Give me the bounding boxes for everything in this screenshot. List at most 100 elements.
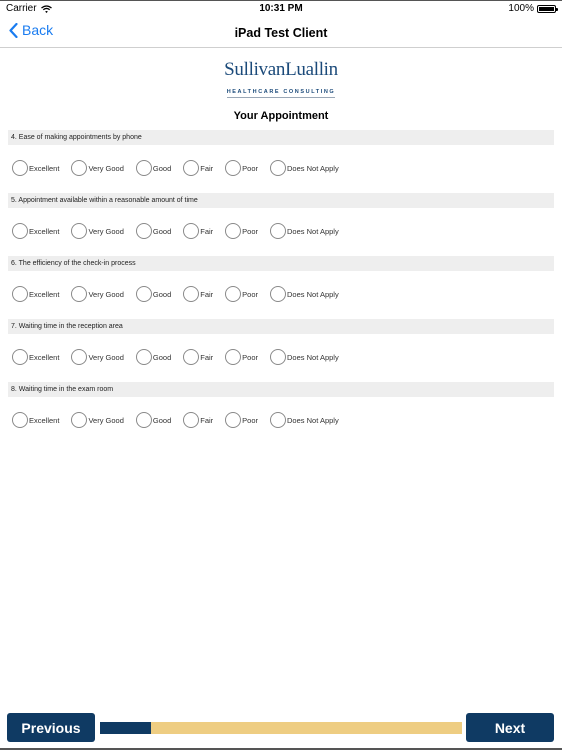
radio-button[interactable] [183,286,200,302]
rating-option[interactable]: Fair [183,223,213,239]
question-label: 6. The efficiency of the check-in proces… [8,256,554,271]
rating-option[interactable]: Poor [225,412,258,428]
radio-button[interactable] [225,223,242,239]
radio-button[interactable] [12,160,28,176]
rating-option[interactable]: Does Not Apply [270,286,339,302]
option-label: Poor [242,352,259,362]
company-logo: SullivanLuallin HEALTHCARE CONSULTING [0,60,562,98]
radio-button[interactable] [135,286,152,302]
rating-option[interactable]: Very Good [71,223,124,239]
rating-option[interactable]: Excellent [12,160,59,176]
logo-wordmark: SullivanLuallin [224,59,338,80]
rating-option[interactable]: Fair [183,160,213,176]
next-button[interactable]: Next [466,713,554,742]
option-label: Very Good [88,352,124,362]
option-label: Very Good [88,226,124,236]
option-label: Fair [200,163,214,173]
radio-button[interactable] [225,412,242,428]
option-label: Does Not Apply [287,226,339,236]
option-label: Very Good [88,289,124,299]
question-label: 5. Appointment available within a reason… [8,193,554,208]
question-label: 7. Waiting time in the reception area [8,319,554,334]
option-label: Excellent [29,415,60,425]
radio-button[interactable] [12,223,28,239]
radio-button[interactable] [183,223,200,239]
question-label: 8. Waiting time in the exam room [8,382,554,397]
section-title: Your Appointment [233,110,329,122]
radio-button[interactable] [71,160,88,176]
radio-button[interactable] [71,412,88,428]
radio-button[interactable] [135,160,152,176]
rating-option[interactable]: Very Good [71,286,124,302]
option-label: Good [152,163,172,173]
rating-option[interactable]: Poor [225,223,258,239]
option-label: Does Not Apply [287,163,339,173]
option-label: Excellent [29,289,60,299]
radio-button[interactable] [270,349,287,365]
radio-button[interactable] [12,286,28,302]
option-label: Fair [200,352,214,362]
radio-button[interactable] [183,349,200,365]
radio-button[interactable] [270,223,287,239]
option-label: Poor [242,415,259,425]
logo-tagline: HEALTHCARE CONSULTING [226,89,336,98]
radio-button[interactable] [71,223,88,239]
rating-option[interactable]: Good [135,412,171,428]
rating-option[interactable]: Poor [225,349,258,365]
rating-option[interactable]: Does Not Apply [270,223,339,239]
rating-option[interactable]: Does Not Apply [270,349,339,365]
clock: 10:31 PM [259,3,303,14]
radio-button[interactable] [135,349,152,365]
option-label: Does Not Apply [287,289,339,299]
option-label: Good [152,289,172,299]
radio-button[interactable] [12,349,28,365]
option-label: Excellent [29,226,60,236]
radio-button[interactable] [270,286,287,302]
battery-percent: 100% [508,3,534,14]
footer-nav: Previous Next [0,713,562,743]
rating-option[interactable]: Does Not Apply [270,412,339,428]
progress-bar [100,722,462,734]
rating-option[interactable]: Very Good [71,160,124,176]
rating-option[interactable]: Very Good [71,412,124,428]
radio-button[interactable] [225,160,242,176]
radio-button[interactable] [225,286,242,302]
rating-option[interactable]: Good [135,223,171,239]
option-label: Excellent [29,352,60,362]
rating-option[interactable]: Excellent [12,349,59,365]
radio-button[interactable] [270,412,287,428]
rating-option[interactable]: Very Good [71,349,124,365]
rating-options: Excellent Very Good Good Fair Poor Does Not A… [8,397,554,443]
radio-button[interactable] [135,223,152,239]
radio-button[interactable] [71,286,88,302]
rating-option[interactable]: Fair [183,286,213,302]
option-label: Poor [242,163,259,173]
rating-option[interactable]: Fair [183,349,213,365]
rating-option[interactable]: Poor [225,160,258,176]
rating-option[interactable]: Fair [183,412,213,428]
question-item: 7. Waiting time in the reception area Exc… [8,319,554,382]
option-label: Poor [242,289,259,299]
radio-button[interactable] [12,412,28,428]
battery-group: 100% [508,3,558,14]
radio-button[interactable] [225,349,242,365]
radio-button[interactable] [135,412,152,428]
previous-button[interactable]: Previous [7,713,95,742]
rating-option[interactable]: Does Not Apply [270,160,339,176]
status-bar: Carrier 10:31 PM 100% [0,0,562,16]
rating-option[interactable]: Good [135,349,172,365]
question-list: 4. Ease of making appointments by phone E… [8,130,554,445]
radio-button[interactable] [183,160,200,176]
rating-options: Excellent Very Good Good Fair Poor Does Not A… [8,145,554,191]
option-label: Poor [242,226,259,236]
option-label: Good [152,352,172,362]
radio-button[interactable] [71,349,88,365]
rating-option[interactable]: Good [135,160,172,176]
rating-option[interactable]: Excellent [12,286,59,302]
rating-option[interactable]: Excellent [12,223,59,239]
rating-option[interactable]: Excellent [12,412,59,428]
rating-option[interactable]: Good [135,286,172,302]
rating-option[interactable]: Poor [225,286,258,302]
radio-button[interactable] [183,412,200,428]
radio-button[interactable] [270,160,287,176]
